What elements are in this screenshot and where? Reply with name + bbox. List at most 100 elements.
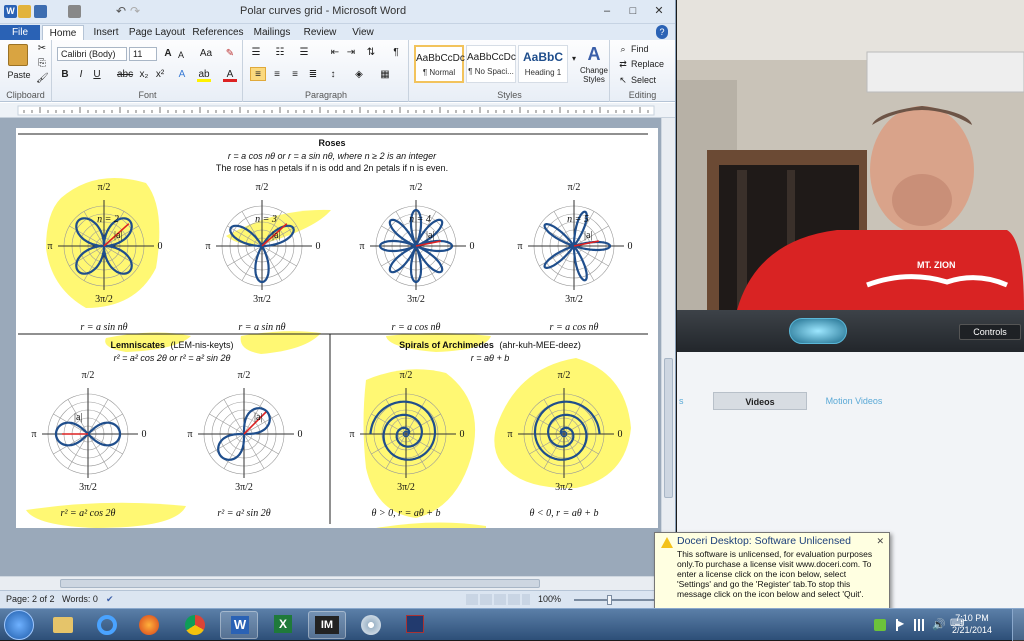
cut-icon[interactable]: ✂ [36,42,48,56]
numbering-icon[interactable]: ☷ [272,46,288,60]
im-taskbar-icon[interactable]: IM [308,611,346,639]
paste-icon[interactable] [8,44,28,66]
close-button[interactable]: ✕ [648,4,670,18]
doceri-notification[interactable]: ✕ Doceri Desktop: Software Unlicensed Th… [654,532,890,612]
chrome-icon[interactable] [176,611,214,639]
font-name-box[interactable]: Calibri (Body) [57,47,127,61]
tray-volume-icon[interactable]: 🔊 [932,618,946,631]
minimize-button[interactable]: – [596,4,618,18]
proofing-icon[interactable]: ✔ [106,591,114,608]
align-left-icon[interactable]: ≡ [250,67,266,81]
decrease-indent-icon[interactable]: ⇤ [328,46,342,60]
font-size-box[interactable]: 11 [129,47,157,61]
styles-more-icon[interactable]: ▾ [570,52,578,66]
camera-icon[interactable] [789,318,847,344]
subtab-partial[interactable]: s [677,392,711,410]
save-icon[interactable] [34,5,47,18]
page-count[interactable]: Page: 2 of 2 [6,591,55,608]
shrink-font-icon[interactable]: A [175,48,187,62]
scroll-thumb[interactable] [664,358,673,498]
doceri-taskbar-icon[interactable] [396,611,434,639]
maximize-button[interactable]: □ [622,4,644,18]
tab-review[interactable]: Review [300,25,340,40]
word-count[interactable]: Words: 0 [62,591,98,608]
document-page[interactable]: Roses r = a cos nθ or r = a sin nθ, wher… [16,128,658,528]
undo-icon[interactable]: ↶ [116,5,129,18]
start-button[interactable] [4,610,34,640]
clear-format-icon[interactable]: ✎ [223,47,237,61]
system-clock[interactable]: 7:10 PM 2/21/2014 [952,612,992,636]
superscript-icon[interactable]: x² [153,68,167,82]
highlight-color-icon[interactable]: ab [197,68,211,82]
open-icon[interactable] [18,5,31,18]
tab-references[interactable]: References [192,25,244,40]
underline-icon[interactable]: U [91,68,103,82]
change-styles-button[interactable]: Change Styles [578,66,610,86]
controls-button[interactable]: Controls [959,324,1021,340]
align-right-icon[interactable]: ≡ [288,68,302,82]
copy-icon[interactable]: ⎘ [36,57,48,71]
axis-label-bottom: 3π/2 [95,294,113,305]
h-scroll-thumb[interactable] [60,579,540,588]
tab-file[interactable]: File [0,25,40,40]
word-taskbar-icon[interactable]: W [220,611,258,639]
bold-icon[interactable]: B [59,68,71,82]
print-icon[interactable] [68,5,81,18]
view-buttons[interactable] [466,594,530,605]
italic-icon[interactable]: I [75,68,87,82]
format-painter-icon[interactable]: 🖌 [36,72,49,86]
change-styles-icon[interactable]: A [584,44,604,64]
zoom-thumb[interactable] [607,595,612,605]
tray-flag-icon[interactable]: ▶ [896,619,906,631]
change-case-icon[interactable]: Aa [197,47,215,61]
style-no-spacing[interactable]: AaBbCcDc ¶ No Spaci... [466,45,516,83]
font-color-icon[interactable]: A [223,68,237,82]
sort-icon[interactable]: ⇅ [364,46,378,60]
show-desktop-button[interactable] [1012,609,1024,641]
help-icon[interactable]: ? [656,25,668,39]
line-spacing-icon[interactable]: ↕ [326,68,340,82]
disc-icon[interactable] [352,611,390,639]
replace-button[interactable]: Replace [631,57,671,71]
tab-mailings[interactable]: Mailings [250,25,294,40]
justify-icon[interactable]: ≣ [306,68,320,82]
ie-icon[interactable] [88,611,126,639]
text-effects-icon[interactable]: A [175,68,189,82]
style-heading-1[interactable]: AaBbC Heading 1 [518,45,568,83]
multilevel-list-icon[interactable]: ☰ [296,46,312,60]
style-normal[interactable]: AaBbCcDc ¶ Normal [414,45,465,83]
horizontal-scrollbar[interactable] [0,576,662,590]
borders-icon[interactable]: ▦ [378,68,392,82]
shading-icon[interactable]: ◈ [352,68,366,82]
vertical-scrollbar[interactable] [661,118,675,590]
word-app-icon[interactable]: W [4,5,17,18]
grow-font-icon[interactable]: A [161,47,175,61]
axis-label-bottom: 3π/2 [565,294,583,305]
subtab-motion-videos[interactable]: Motion Videos [809,392,899,410]
paste-button[interactable]: Paste [2,68,36,82]
tab-view[interactable]: View [346,25,380,40]
title-bar: W ↶ ↷ Polar curves grid - Microsoft Word… [0,0,675,24]
zoom-slider[interactable] [574,599,664,601]
bullets-icon[interactable]: ☰ [248,46,264,60]
zoom-level[interactable]: 100% [538,591,561,608]
select-button[interactable]: Select [631,73,667,87]
tab-home[interactable]: Home [42,25,84,40]
tray-network-icon[interactable] [914,619,926,631]
align-center-icon[interactable]: ≡ [270,68,284,82]
find-button[interactable]: Find [631,42,657,56]
firefox-icon[interactable] [130,611,168,639]
notification-close-icon[interactable]: ✕ [876,536,884,546]
subscript-icon[interactable]: x₂ [137,68,151,82]
tab-page-layout[interactable]: Page Layout [128,25,186,40]
increase-indent-icon[interactable]: ⇥ [344,46,358,60]
tab-insert[interactable]: Insert [88,25,124,40]
redo-icon[interactable]: ↷ [130,5,143,18]
horizontal-ruler[interactable] [0,103,675,118]
explorer-icon[interactable] [44,611,82,639]
excel-icon[interactable]: X [264,611,302,639]
show-marks-icon[interactable]: ¶ [390,46,402,60]
tray-doceri-icon[interactable] [874,619,886,631]
strikethrough-icon[interactable]: abc [117,68,133,82]
subtab-videos[interactable]: Videos [713,392,807,410]
